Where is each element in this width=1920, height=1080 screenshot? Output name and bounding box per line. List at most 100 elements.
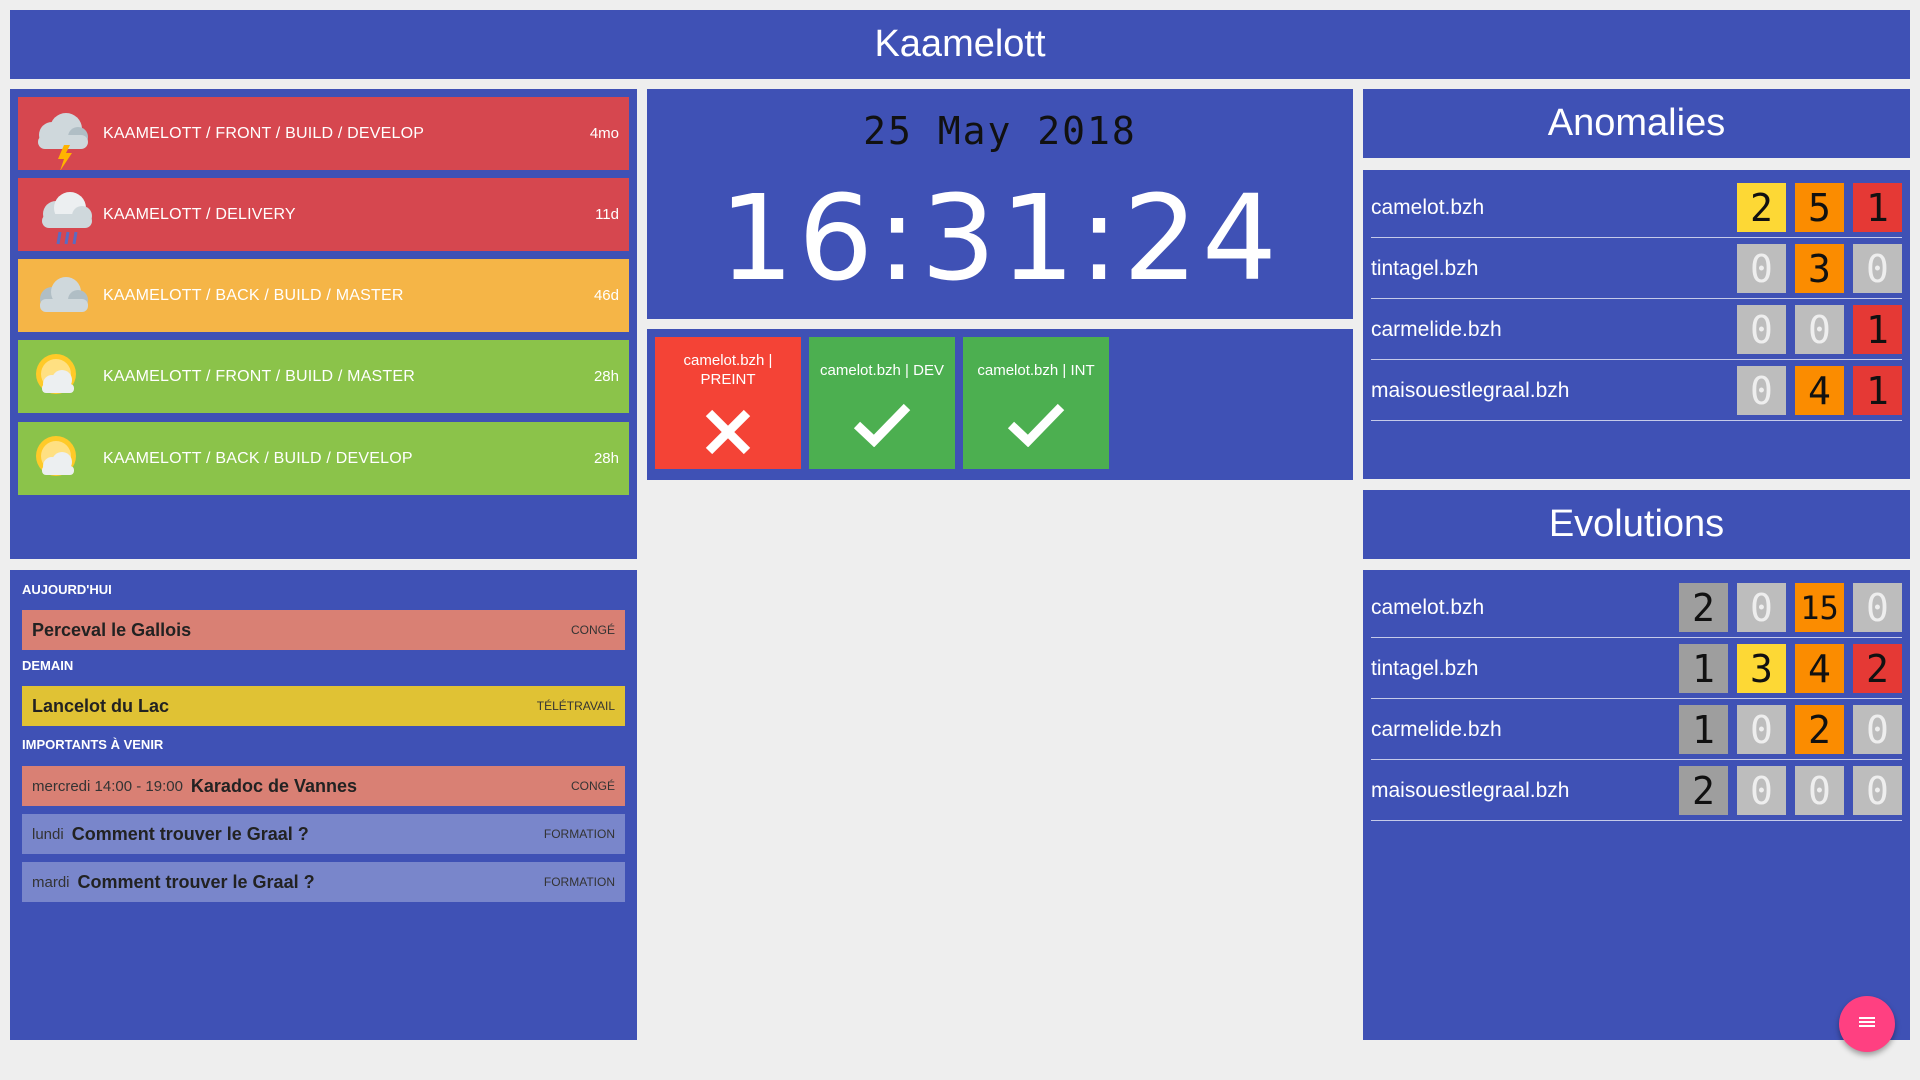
event-tag: FORMATION — [543, 827, 615, 841]
build-name: KAAMELOTT / FRONT / BUILD / MASTER — [103, 367, 416, 385]
agenda-event[interactable]: mardi Comment trouver le Graal ? FORMATI… — [22, 862, 625, 902]
count-badge: 0 — [1737, 766, 1786, 815]
evolution-row[interactable]: tintagel.bzh 1 3 4 2 — [1371, 639, 1902, 699]
builds-panel: KAAMELOTT / FRONT / BUILD / DEVELOP 4mo … — [10, 89, 637, 559]
environment-label: camelot.bzh | INT — [977, 362, 1095, 379]
anomalies-header: Anomalies — [1363, 89, 1910, 158]
host-name: maisouestlegraal.bzh — [1371, 778, 1570, 802]
build-item[interactable]: KAAMELOTT / DELIVERY 11d — [18, 178, 629, 251]
count-badge: 3 — [1795, 244, 1844, 293]
build-item[interactable]: KAAMELOTT / BACK / BUILD / MASTER 46d — [18, 259, 629, 332]
host-name: camelot.bzh — [1371, 195, 1485, 219]
evolution-row[interactable]: maisouestlegraal.bzh 2 0 0 0 — [1371, 761, 1902, 821]
thunderstorm-icon — [18, 97, 103, 171]
count-badge: 0 — [1853, 244, 1902, 293]
build-item[interactable]: KAAMELOTT / BACK / BUILD / DEVELOP 28h — [18, 422, 629, 495]
event-title: Karadoc de Vannes — [190, 775, 357, 796]
build-age: 28h — [593, 450, 619, 467]
count-badge: 0 — [1853, 705, 1902, 754]
environment-card[interactable]: camelot.bzh | PREINT — [655, 337, 801, 469]
build-name: KAAMELOTT / FRONT / BUILD / DEVELOP — [103, 124, 425, 142]
menu-icon — [1859, 1015, 1875, 1033]
environments-panel: camelot.bzh | PREINT camelot.bzh | DEV c… — [647, 329, 1353, 480]
count-badge: 0 — [1853, 766, 1902, 815]
count-badge: 2 — [1679, 766, 1728, 815]
event-tag: FORMATION — [543, 875, 615, 889]
host-name: tintagel.bzh — [1371, 656, 1479, 680]
check-icon — [809, 401, 955, 447]
clock-time: 16:31:24 — [719, 169, 1281, 307]
host-name: camelot.bzh — [1371, 595, 1485, 619]
count-badge: 1 — [1853, 366, 1902, 415]
agenda-event[interactable]: Perceval le Gallois CONGÉ — [22, 610, 625, 650]
count-badge: 2 — [1737, 183, 1786, 232]
clock-panel: 25 May 2018 16:31:24 — [647, 89, 1353, 319]
menu-button[interactable] — [1839, 996, 1895, 1052]
build-name: KAAMELOTT / BACK / BUILD / DEVELOP — [103, 449, 413, 467]
count-badge: 5 — [1795, 183, 1844, 232]
anomalies-panel: camelot.bzh 2 5 1 tintagel.bzh 0 3 0 car… — [1363, 170, 1910, 479]
event-title: Comment trouver le Graal ? — [77, 871, 315, 892]
agenda-section-today: AUJOURD'HUI — [22, 582, 112, 597]
anomaly-row[interactable]: maisouestlegraal.bzh 0 4 1 — [1371, 361, 1902, 421]
sun-cloud-icon — [18, 422, 103, 495]
dashboard-header: Kaamelott — [10, 10, 1910, 79]
event-title: Lancelot du Lac — [32, 695, 170, 716]
anomaly-row[interactable]: camelot.bzh 2 5 1 — [1371, 178, 1902, 238]
build-age: 4mo — [589, 125, 619, 142]
count-badge: 1 — [1853, 305, 1902, 354]
build-age: 11d — [595, 206, 619, 223]
event-tag: TÉLÉTRAVAIL — [536, 699, 615, 713]
anomaly-row[interactable]: tintagel.bzh 0 3 0 — [1371, 239, 1902, 299]
event-time: lundi — [32, 825, 64, 843]
build-item[interactable]: KAAMELOTT / FRONT / BUILD / DEVELOP 4mo — [18, 97, 629, 171]
count-badge: 1 — [1679, 705, 1728, 754]
host-name: carmelide.bzh — [1371, 717, 1502, 741]
count-badge: 0 — [1853, 583, 1902, 632]
agenda-event[interactable]: lundi Comment trouver le Graal ? FORMATI… — [22, 814, 625, 854]
count-badge: 2 — [1679, 583, 1728, 632]
count-badge: 0 — [1737, 244, 1786, 293]
agenda-event[interactable]: Lancelot du Lac TÉLÉTRAVAIL — [22, 686, 625, 726]
build-age: 46d — [593, 287, 619, 304]
event-time: mardi — [32, 873, 70, 891]
dashboard-title: Kaamelott — [874, 23, 1046, 65]
environment-label: camelot.bzh | PREINT — [683, 352, 773, 388]
count-badge: 0 — [1737, 305, 1786, 354]
build-age: 28h — [593, 368, 619, 385]
count-badge: 1 — [1853, 183, 1902, 232]
environment-card[interactable]: camelot.bzh | DEV — [809, 337, 955, 469]
environment-label: camelot.bzh | DEV — [820, 362, 944, 379]
event-tag: CONGÉ — [570, 623, 615, 637]
check-icon — [963, 401, 1109, 447]
host-name: maisouestlegraal.bzh — [1371, 378, 1570, 402]
count-badge: 2 — [1853, 644, 1902, 693]
count-badge: 0 — [1795, 766, 1844, 815]
sun-cloud-icon — [18, 340, 103, 413]
build-name: KAAMELOTT / BACK / BUILD / MASTER — [103, 286, 404, 304]
count-badge: 4 — [1795, 366, 1844, 415]
evolutions-title: Evolutions — [1548, 503, 1725, 545]
count-badge: 0 — [1737, 705, 1786, 754]
environment-card[interactable]: camelot.bzh | INT — [963, 337, 1109, 469]
evolutions-header: Evolutions — [1363, 490, 1910, 559]
event-title: Comment trouver le Graal ? — [71, 823, 309, 844]
evolution-row[interactable]: camelot.bzh 2 0 15 0 — [1371, 578, 1902, 638]
count-badge: 3 — [1737, 644, 1786, 693]
count-badge: 0 — [1737, 583, 1786, 632]
count-badge: 4 — [1795, 644, 1844, 693]
anomaly-row[interactable]: carmelide.bzh 0 0 1 — [1371, 300, 1902, 360]
count-badge: 1 — [1679, 644, 1728, 693]
host-name: tintagel.bzh — [1371, 256, 1479, 280]
agenda-event[interactable]: mercredi 14:00 - 19:00 Karadoc de Vannes… — [22, 766, 625, 806]
host-name: carmelide.bzh — [1371, 317, 1502, 341]
agenda-section-upcoming: IMPORTANTS À VENIR — [22, 737, 164, 752]
cloudy-icon — [18, 259, 103, 332]
build-item[interactable]: KAAMELOTT / FRONT / BUILD / MASTER 28h — [18, 340, 629, 413]
evolution-row[interactable]: carmelide.bzh 1 0 2 0 — [1371, 700, 1902, 760]
evolutions-panel: camelot.bzh 2 0 15 0 tintagel.bzh 1 3 4 … — [1363, 570, 1910, 1040]
event-tag: CONGÉ — [570, 779, 615, 793]
event-time: mercredi 14:00 - 19:00 — [32, 777, 183, 795]
rain-icon — [18, 178, 103, 251]
agenda-panel: AUJOURD'HUI Perceval le Gallois CONGÉ DE… — [10, 570, 637, 1040]
